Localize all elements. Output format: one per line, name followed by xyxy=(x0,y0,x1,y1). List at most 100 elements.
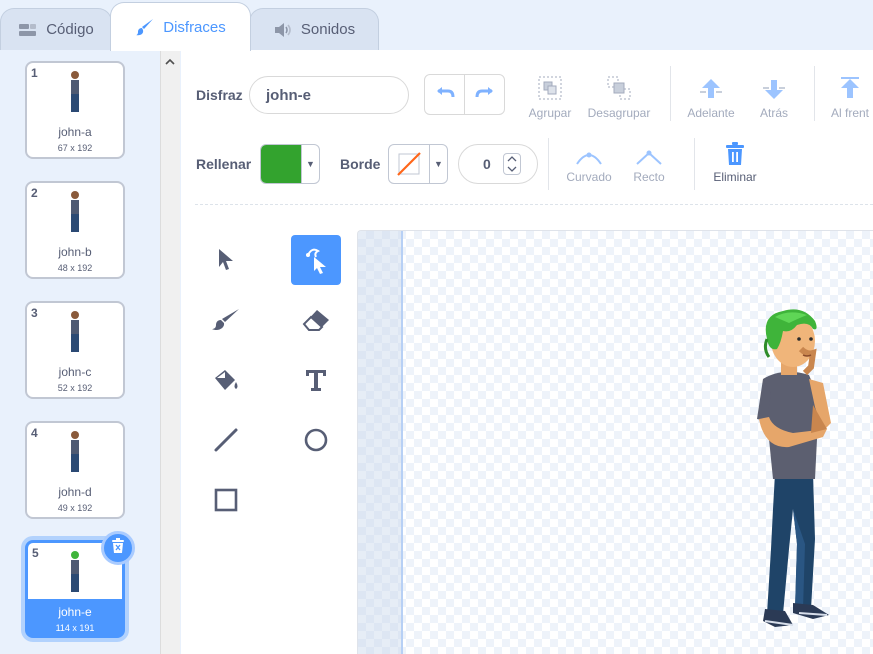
code-icon xyxy=(18,22,38,38)
group-label: Agrupar xyxy=(528,106,572,120)
redo-button[interactable] xyxy=(465,75,504,114)
stroke-width-input[interactable]: 0 xyxy=(458,144,538,184)
costume-item[interactable]: 3 john-c 52 x 192 xyxy=(25,301,125,399)
costume-thumbnail xyxy=(27,309,123,357)
trash-icon xyxy=(724,142,746,166)
costume-size: 49 x 192 xyxy=(57,503,93,513)
tab-code[interactable]: Código xyxy=(0,8,112,50)
group-icon xyxy=(536,70,564,102)
costume-size: 114 x 191 xyxy=(55,623,95,633)
costume-name-label: Disfraz xyxy=(196,87,243,103)
costume-list: 1 john-a 67 x 192 2 john-b 48 x 192 3 jo… xyxy=(0,50,160,654)
backward-button[interactable]: Atrás xyxy=(749,70,799,120)
pointed-button[interactable]: Recto xyxy=(625,142,673,184)
costume-name: john-c xyxy=(58,365,92,379)
tab-costumes-label: Disfraces xyxy=(163,18,226,36)
caret-down-icon: ▼ xyxy=(301,145,319,183)
no-color-icon xyxy=(389,145,429,183)
stroke-width-stepper[interactable] xyxy=(503,153,521,175)
divider xyxy=(548,138,549,190)
fill-icon xyxy=(215,370,238,390)
select-tool[interactable] xyxy=(201,235,251,285)
line-tool[interactable] xyxy=(201,415,251,465)
border-label: Borde xyxy=(340,156,381,172)
ungroup-label: Desagrupar xyxy=(587,106,651,120)
costume-name-input[interactable]: john-e xyxy=(249,76,409,114)
costume-size: 67 x 192 xyxy=(57,143,93,153)
costume-name: john-d xyxy=(58,485,92,499)
circle-tool[interactable] xyxy=(291,415,341,465)
fill-label: Rellenar xyxy=(196,156,252,172)
divider xyxy=(670,66,671,121)
tab-sounds[interactable]: Sonidos xyxy=(249,8,379,50)
toolbar-separator xyxy=(195,204,873,205)
line-icon xyxy=(214,428,238,452)
redo-icon xyxy=(474,85,496,104)
divider xyxy=(814,66,815,121)
undo-icon xyxy=(434,85,456,104)
front-label: Al frent xyxy=(831,106,870,120)
costume-size: 48 x 192 xyxy=(57,263,93,273)
stroke-width-value: 0 xyxy=(483,156,491,172)
costume-size: 52 x 192 xyxy=(57,383,93,393)
costume-character[interactable] xyxy=(753,309,843,634)
eraser-icon xyxy=(302,310,329,331)
text-icon xyxy=(306,370,326,391)
forward-label: Adelante xyxy=(687,106,735,120)
paint-editor: Disfraz john-e Agrupar Desagrupar Adelan… xyxy=(181,50,873,654)
delete-button[interactable]: Eliminar xyxy=(707,142,763,184)
tab-code-label: Código xyxy=(46,21,94,38)
rectangle-icon xyxy=(214,488,238,512)
pointed-label: Recto xyxy=(633,170,665,184)
curved-button[interactable]: Curvado xyxy=(561,142,617,184)
brush-tool[interactable] xyxy=(201,295,251,345)
chevron-up-icon[interactable] xyxy=(164,54,176,72)
chevron-down-icon[interactable] xyxy=(507,166,517,172)
forward-button[interactable]: Adelante xyxy=(681,70,741,120)
text-tool[interactable] xyxy=(291,355,341,405)
costume-list-scrollbar[interactable] xyxy=(160,50,180,654)
divider xyxy=(694,138,695,190)
curve-point-icon xyxy=(575,142,603,166)
ungroup-icon xyxy=(605,70,633,102)
ungroup-button[interactable]: Desagrupar xyxy=(585,70,653,120)
costume-item[interactable]: 1 john-a 67 x 192 xyxy=(25,61,125,159)
arrow-top-icon xyxy=(827,70,873,102)
border-color-picker[interactable]: ▼ xyxy=(388,144,448,184)
speaker-icon xyxy=(273,22,293,38)
drawing-canvas[interactable] xyxy=(357,230,873,654)
costume-thumbnail xyxy=(27,69,123,117)
group-button[interactable]: Agrupar xyxy=(523,70,577,120)
backward-label: Atrás xyxy=(759,106,788,120)
reshape-icon xyxy=(306,248,326,274)
tab-sounds-label: Sonidos xyxy=(300,21,356,38)
tab-costumes[interactable]: Disfraces xyxy=(110,2,251,51)
select-icon xyxy=(219,249,233,270)
costume-item[interactable]: 4 john-d 49 x 192 xyxy=(25,421,125,519)
corner-point-icon xyxy=(635,142,663,166)
costume-item[interactable]: 2 john-b 48 x 192 xyxy=(25,181,125,279)
arrow-up-icon xyxy=(698,70,724,102)
arrow-down-icon xyxy=(761,70,787,102)
brush-icon xyxy=(212,309,239,331)
canvas-outside-region xyxy=(358,231,403,654)
reshape-tool[interactable] xyxy=(291,235,341,285)
costume-thumbnail xyxy=(27,429,123,477)
tab-bar: Código Disfraces Sonidos xyxy=(0,0,873,51)
chevron-up-icon[interactable] xyxy=(507,156,517,162)
circle-icon xyxy=(304,428,328,452)
trash-icon xyxy=(111,537,125,559)
paint-editor-window: Código Disfraces Sonidos 1 john-a 67 x 1… xyxy=(0,0,873,654)
rectangle-tool[interactable] xyxy=(201,475,251,525)
undo-button[interactable] xyxy=(425,75,465,114)
delete-costume-button[interactable] xyxy=(101,531,135,565)
brush-icon xyxy=(135,17,155,37)
fill-tool[interactable] xyxy=(201,355,251,405)
costume-name: john-a xyxy=(58,125,92,139)
front-button[interactable]: Al frent xyxy=(827,70,873,120)
caret-down-icon: ▼ xyxy=(429,145,447,183)
eraser-tool[interactable] xyxy=(291,295,341,345)
undo-redo-group xyxy=(424,74,505,115)
costume-name: john-b xyxy=(58,245,92,259)
fill-color-picker[interactable]: ▼ xyxy=(260,144,320,184)
